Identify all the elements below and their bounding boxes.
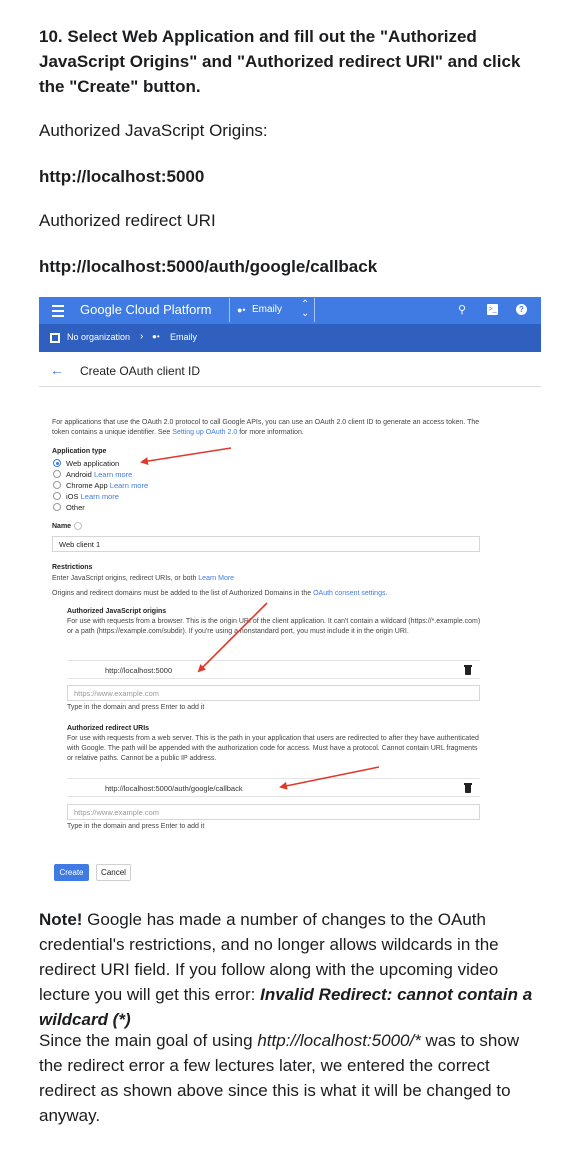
explanation-paragraph: Since the main goal of using http://loca… bbox=[39, 1031, 520, 1125]
note-paragraph: Note! Google has made a number of change… bbox=[39, 910, 533, 1029]
arrow-web-application bbox=[140, 447, 232, 466]
origins-value: http://localhost:5000 bbox=[39, 167, 205, 186]
arrow-js-origin bbox=[197, 602, 268, 673]
annotation-arrows bbox=[140, 447, 380, 790]
origins-label: Authorized JavaScript Origins: bbox=[39, 121, 268, 140]
arrow-redirect-uri bbox=[279, 766, 380, 790]
step-title: 10. Select Web Application and fill out … bbox=[39, 27, 521, 96]
gcp-screenshot: Google Cloud Platform ●• Emaily ⌃ ⌄ ⚲ >_ … bbox=[39, 297, 541, 889]
redirect-value: http://localhost:5000/auth/google/callba… bbox=[39, 257, 378, 276]
redirect-label: Authorized redirect URI bbox=[39, 211, 216, 230]
